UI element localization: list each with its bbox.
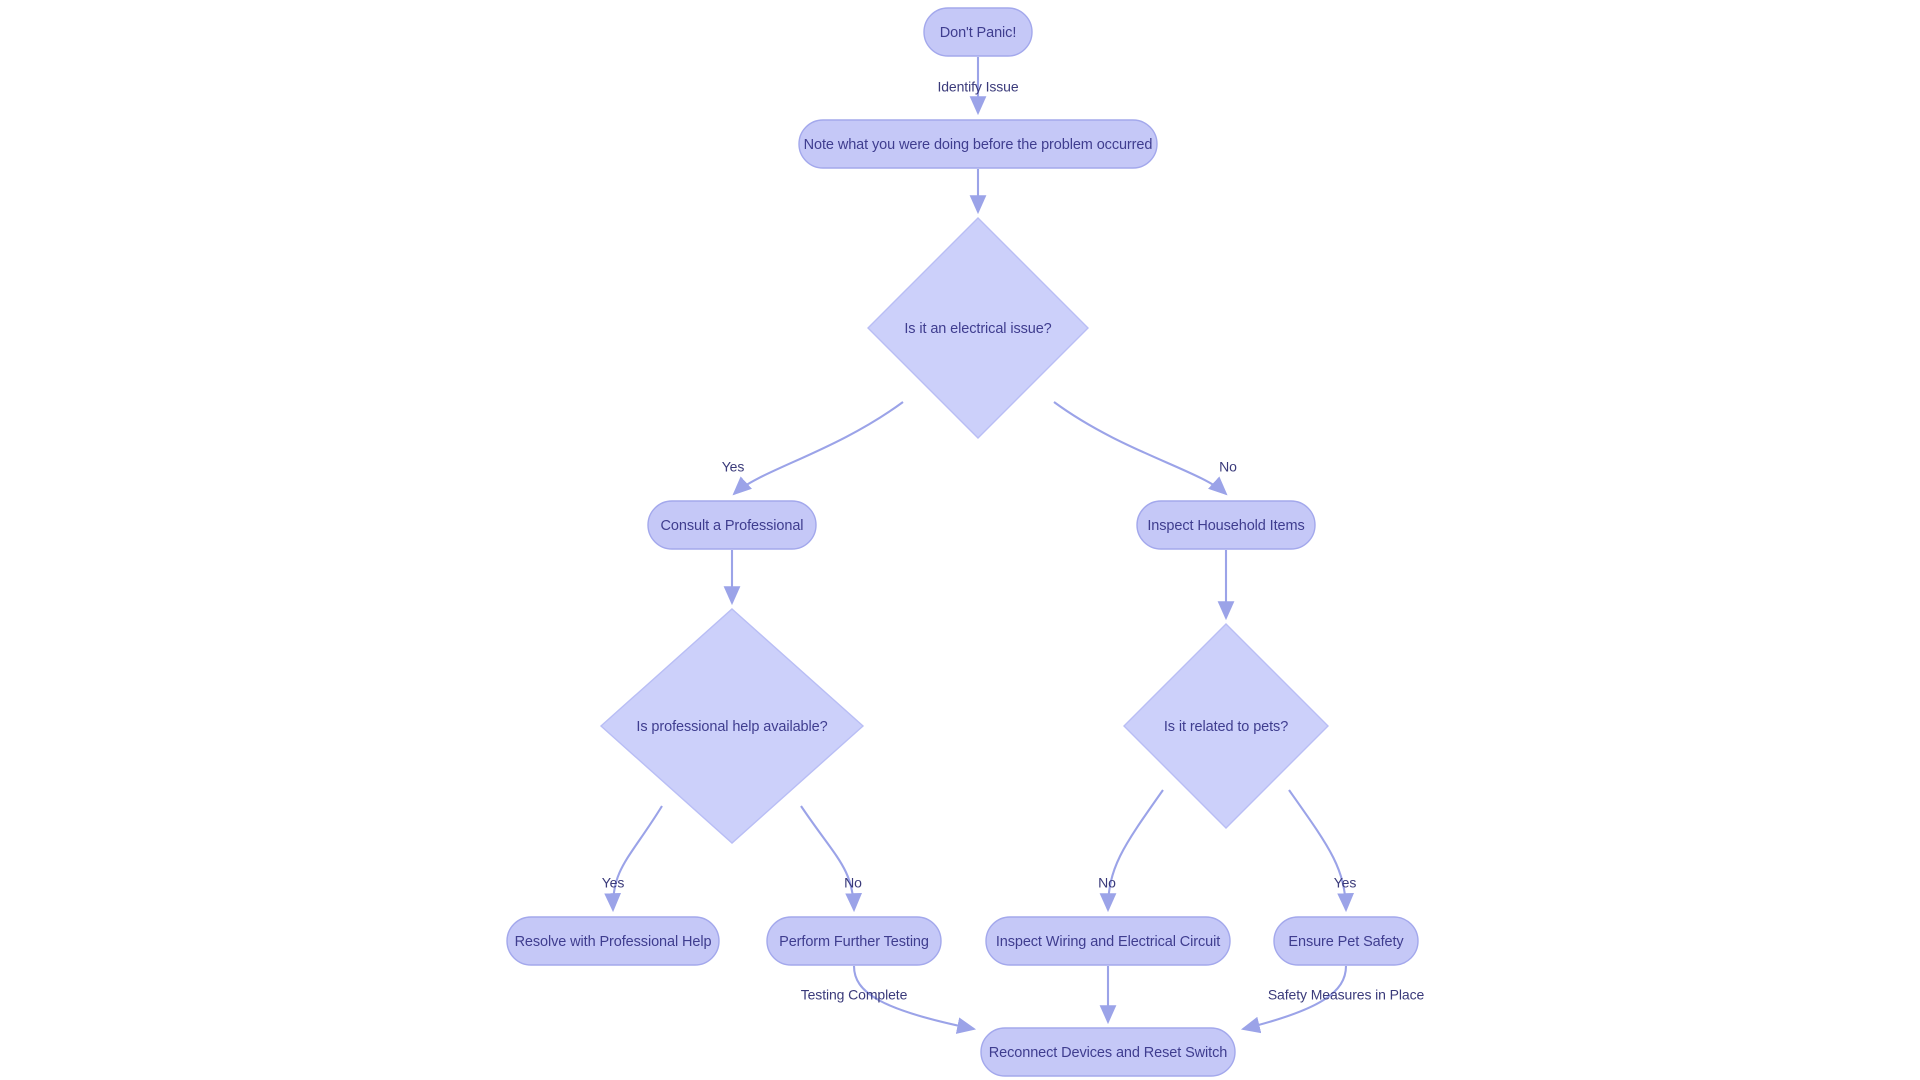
- flow-node-prof_help[interactable]: Is professional help available?: [599, 608, 865, 844]
- edge-label: Yes: [722, 459, 745, 475]
- edge-connector: [1099, 789, 1164, 913]
- edge-connector: [1288, 789, 1354, 913]
- edge-connector: [604, 805, 663, 913]
- flow-node-label: Consult a Professional: [661, 518, 804, 534]
- flow-node-wiring[interactable]: Inspect Wiring and Electrical Circuit: [985, 916, 1231, 966]
- edge-connector: [1053, 401, 1228, 496]
- flow-node-label: Ensure Pet Safety: [1288, 934, 1404, 950]
- flow-node-label: Is professional help available?: [636, 719, 827, 735]
- flow-node-label: Inspect Household Items: [1147, 518, 1304, 534]
- nodes-layer: Don't Panic! Note what you were doing bef…: [506, 7, 1419, 1077]
- flowchart-svg: Don't Panic! Note what you were doing bef…: [506, 7, 1425, 1077]
- edge-label: Identify Issue: [937, 79, 1018, 95]
- flow-node-start[interactable]: Don't Panic!: [923, 7, 1033, 57]
- flow-node-label: Resolve with Professional Help: [515, 934, 712, 950]
- edge-label: No: [1219, 459, 1237, 475]
- flow-node-label: Don't Panic!: [940, 25, 1017, 41]
- flow-node-label: Perform Further Testing: [779, 934, 929, 950]
- edge-label: Yes: [1334, 875, 1357, 891]
- flow-node-petsafety[interactable]: Ensure Pet Safety: [1273, 916, 1419, 966]
- edge-label: Yes: [602, 875, 625, 891]
- flow-node-label: Is it an electrical issue?: [904, 321, 1051, 337]
- flow-node-electrical[interactable]: Is it an electrical issue?: [867, 217, 1089, 439]
- flow-node-reconnect[interactable]: Reconnect Devices and Reset Switch: [980, 1027, 1236, 1077]
- flow-node-household[interactable]: Inspect Household Items: [1136, 500, 1316, 550]
- flow-node-testing[interactable]: Perform Further Testing: [766, 916, 942, 966]
- edge-connector: [800, 805, 862, 913]
- edge-connector: [732, 401, 904, 496]
- flow-node-label: Reconnect Devices and Reset Switch: [989, 1045, 1227, 1061]
- flowchart-canvas: Don't Panic! Note what you were doing bef…: [0, 0, 1920, 1080]
- edge-label: No: [844, 875, 862, 891]
- flow-node-pets[interactable]: Is it related to pets?: [1123, 623, 1329, 829]
- flow-node-label: Inspect Wiring and Electrical Circuit: [996, 934, 1220, 950]
- flow-node-label: Is it related to pets?: [1164, 719, 1288, 735]
- flow-node-consult[interactable]: Consult a Professional: [647, 500, 817, 550]
- flow-node-label: Note what you were doing before the prob…: [804, 137, 1153, 153]
- flow-node-resolve[interactable]: Resolve with Professional Help: [506, 916, 720, 966]
- edge-label: Testing Complete: [801, 987, 908, 1003]
- edge-label: Safety Measures in Place: [1268, 987, 1425, 1003]
- edge-label: No: [1098, 875, 1116, 891]
- flow-node-note[interactable]: Note what you were doing before the prob…: [798, 119, 1158, 169]
